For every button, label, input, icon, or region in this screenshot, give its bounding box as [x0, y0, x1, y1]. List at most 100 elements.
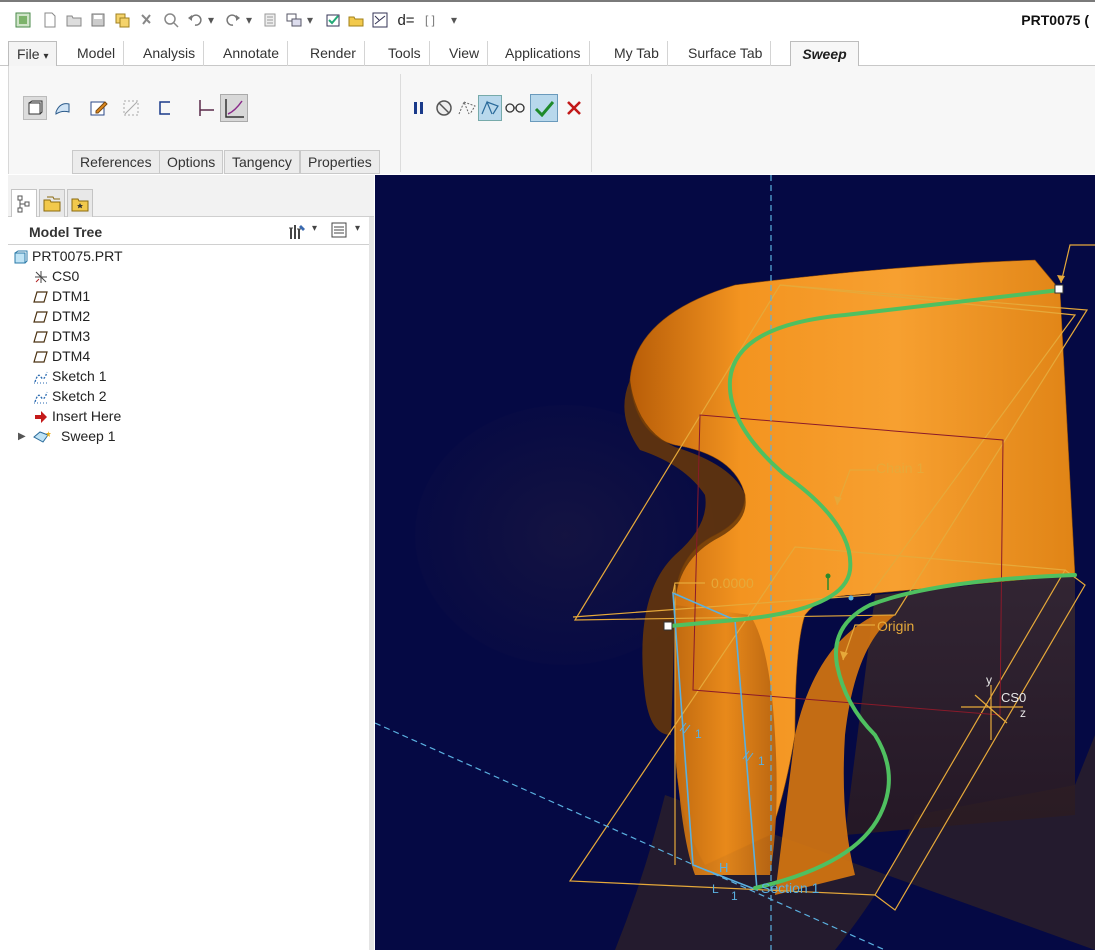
- open-folder-icon[interactable]: [347, 11, 365, 29]
- model-tree: PRT0075.PRT CS0 DTM1 DTM2 DTM3 DTM4 Sket…: [8, 247, 369, 447]
- csys-label[interactable]: CS0: [1001, 690, 1026, 705]
- window-dropdown-icon[interactable]: ▾: [305, 11, 315, 29]
- no-preview-icon[interactable]: [432, 96, 456, 120]
- tree-columns-dropdown-icon[interactable]: ▾: [355, 223, 360, 234]
- document-title: PRT0075 (: [1021, 12, 1089, 28]
- constant-section-icon[interactable]: [194, 96, 218, 120]
- constraint-label: 1: [695, 727, 702, 741]
- datum-plane-icon: [33, 330, 48, 344]
- tab-surface-tab[interactable]: Surface Tab: [680, 41, 772, 66]
- tree-item-dtm4[interactable]: DTM4: [8, 347, 369, 367]
- tab-analysis[interactable]: Analysis: [135, 41, 205, 66]
- preview-geometry-icon[interactable]: [455, 96, 479, 120]
- tree-item-label: DTM3: [52, 328, 91, 344]
- undo-dropdown-icon[interactable]: ▾: [206, 11, 216, 29]
- undo-icon[interactable]: [186, 11, 204, 29]
- cancel-x-icon[interactable]: [562, 96, 586, 120]
- close-icon[interactable]: [162, 11, 180, 29]
- constraint-l-label: L: [712, 882, 719, 896]
- chain-label[interactable]: Chain 1: [876, 460, 924, 476]
- datum-plane-icon: [33, 290, 48, 304]
- favorites-tab-icon[interactable]: [67, 189, 93, 217]
- ribbon-tabs: File ▾ Model Analysis Annotate Render To…: [0, 38, 1095, 68]
- tangency-tab[interactable]: Tangency: [224, 150, 300, 174]
- references-tab[interactable]: References: [72, 150, 160, 174]
- tree-item-label: PRT0075.PRT: [32, 248, 123, 264]
- tree-item-cs0[interactable]: CS0: [8, 267, 369, 287]
- tab-annotate[interactable]: Annotate: [215, 41, 289, 66]
- regenerate-icon[interactable]: [113, 11, 131, 29]
- section-label[interactable]: Section 1: [761, 880, 820, 896]
- tree-item-label: DTM1: [52, 288, 91, 304]
- new-icon[interactable]: [41, 11, 59, 29]
- options-tab[interactable]: Options: [159, 150, 224, 174]
- tree-item-sketch-1[interactable]: Sketch 1: [8, 367, 369, 387]
- tree-item-sketch-2[interactable]: Sketch 2: [8, 387, 369, 407]
- tree-item-dtm3[interactable]: DTM3: [8, 327, 369, 347]
- properties-tab[interactable]: Properties: [300, 150, 380, 174]
- dimension-label[interactable]: 0.0000: [711, 575, 754, 591]
- csys-y-label: y: [986, 673, 992, 687]
- tab-file[interactable]: File ▾: [8, 41, 58, 66]
- origin-label[interactable]: Origin: [877, 618, 914, 634]
- insert-arrow-icon: [34, 410, 49, 424]
- app-icon[interactable]: [14, 11, 32, 29]
- tab-sweep[interactable]: Sweep: [790, 41, 859, 68]
- open-icon[interactable]: [65, 11, 83, 29]
- relations-icon[interactable]: d=: [395, 11, 417, 29]
- thicken-icon[interactable]: [153, 96, 177, 120]
- solid-icon[interactable]: [23, 96, 47, 120]
- model-tree-tab-icon[interactable]: [11, 189, 37, 218]
- tree-item-sweep-1[interactable]: ▶ Sweep 1: [8, 427, 369, 447]
- quick-access-toolbar: ▾ ▾ ▾ d= [ ] ▾ PRT0075 (: [0, 0, 1095, 38]
- redo-dropdown-icon[interactable]: ▾: [244, 11, 254, 29]
- end-point-handle[interactable]: [1054, 284, 1064, 294]
- tree-item-label: Sweep 1: [61, 428, 116, 444]
- layer-icon[interactable]: [285, 11, 303, 29]
- tab-view[interactable]: View: [441, 41, 489, 66]
- tree-item-dtm2[interactable]: DTM2: [8, 307, 369, 327]
- customize-icon[interactable]: ▾: [447, 11, 461, 29]
- tree-item-dtm1[interactable]: DTM1: [8, 287, 369, 307]
- tree-item-part[interactable]: PRT0075.PRT: [8, 247, 369, 267]
- csys-z-label: z: [1020, 706, 1026, 720]
- relations-label: d=: [397, 11, 415, 29]
- parameters-icon[interactable]: [ ]: [420, 11, 440, 29]
- start-point-handle[interactable]: [663, 621, 673, 631]
- preview-feature-icon[interactable]: [478, 95, 502, 121]
- folder-browser-tab-icon[interactable]: [39, 189, 65, 217]
- ribbon-separator: [400, 74, 401, 172]
- creo-window: ▾ ▾ ▾ d= [ ] ▾ PRT0075 ( File ▾ Model An: [0, 0, 1095, 950]
- tree-item-insert-here[interactable]: Insert Here: [8, 407, 369, 427]
- switch-window-icon[interactable]: [261, 11, 279, 29]
- variable-section-icon[interactable]: [220, 94, 248, 122]
- panel-scrollbar[interactable]: [369, 217, 374, 950]
- sketch-edit-icon[interactable]: [87, 96, 111, 120]
- tree-columns-icon[interactable]: [330, 221, 348, 242]
- tab-my-tab[interactable]: My Tab: [606, 41, 668, 66]
- part-icon: [14, 250, 29, 264]
- datum-plane-icon: [33, 350, 48, 364]
- expand-arrow-icon[interactable]: ▶: [18, 427, 26, 446]
- tab-render[interactable]: Render: [302, 41, 365, 66]
- ok-check-icon[interactable]: [530, 94, 558, 122]
- tab-applications[interactable]: Applications: [497, 41, 590, 66]
- select-icon[interactable]: [324, 11, 342, 29]
- save-icon[interactable]: [89, 11, 107, 29]
- parameters-label: [ ]: [424, 13, 435, 27]
- model-viewport[interactable]: Chain 1 Origin 0.0000 Section 1 CS0 y z …: [375, 175, 1095, 950]
- pause-icon[interactable]: [407, 96, 431, 120]
- tree-settings-dropdown-icon[interactable]: ▾: [312, 223, 317, 234]
- windows-icon[interactable]: [138, 11, 156, 29]
- tab-tools[interactable]: Tools: [380, 41, 430, 66]
- redo-icon[interactable]: [224, 11, 242, 29]
- verify-mode-icon[interactable]: [503, 96, 527, 120]
- datum-display-icon[interactable]: [371, 11, 389, 29]
- graphics-window[interactable]: Chain 1 Origin 0.0000 Section 1 CS0 y z …: [375, 175, 1095, 950]
- remove-material-icon[interactable]: [119, 96, 143, 120]
- ribbon-separator: [591, 74, 592, 172]
- tab-model[interactable]: Model: [69, 41, 125, 66]
- tree-settings-icon[interactable]: [288, 222, 308, 243]
- surface-icon[interactable]: [51, 96, 75, 120]
- leader-arrow-icon: [1057, 275, 1065, 283]
